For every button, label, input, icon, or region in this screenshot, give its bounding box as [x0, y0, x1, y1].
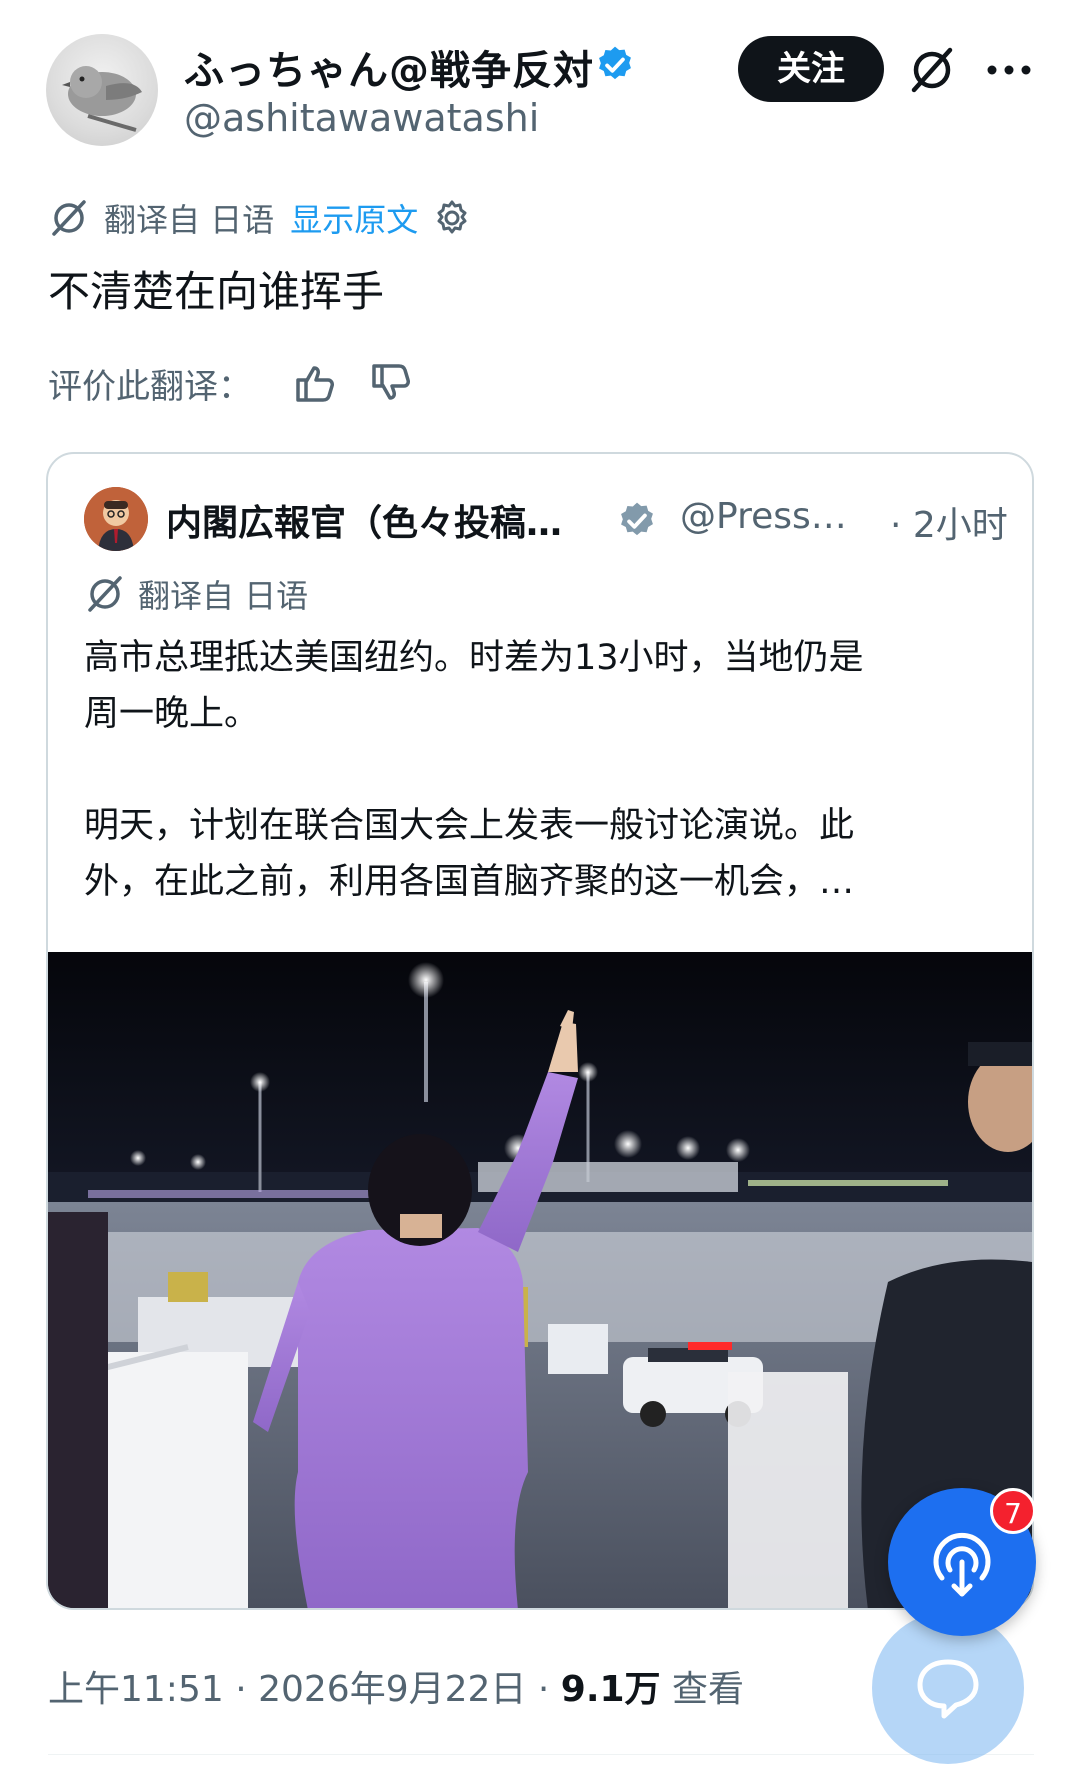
quoted-author-handle[interactable]: @Press… [680, 496, 847, 537]
follow-button[interactable]: 关注 [738, 36, 884, 102]
more-dots-icon[interactable] [984, 56, 1034, 84]
show-original-link[interactable]: 显示原文 [290, 195, 418, 241]
meta-separator: · [526, 1669, 561, 1710]
quoted-author-display-name[interactable]: 内閣広報官（色々投稿… [166, 494, 562, 546]
official-avatar-image [84, 487, 148, 551]
views-label: 查看 [660, 1669, 745, 1710]
tweet-date: 2026年9月22日 [258, 1669, 527, 1710]
views-count[interactable]: 9.1万 [561, 1669, 661, 1710]
tweet-text: 不清楚在向谁挥手 [48, 267, 385, 316]
translated-from-label: 翻译自 日语 [104, 201, 275, 239]
quoted-tweet-text: 高市总理抵达美国纽约。时差为13小时，当地仍是 周一晚上。 明天，计划在联合国大… [84, 630, 1004, 910]
tweet-time: 上午11:51 [48, 1669, 224, 1710]
author-avatar[interactable] [46, 34, 158, 146]
author-display-name[interactable]: ふっちゃん@戦争反対 [184, 38, 594, 96]
tweet-header: ふっちゃん@戦争反対 @ashitawawatashi 关注 [0, 0, 1080, 170]
chat-bubble-icon [917, 1659, 979, 1719]
author-handle[interactable]: @ashitawawatashi [184, 96, 539, 140]
quoted-author-avatar[interactable] [84, 487, 148, 551]
translate-icon [52, 200, 86, 236]
quoted-tweet-time: · 2小时 [890, 505, 1008, 546]
gray-verified-badge-icon [621, 502, 653, 536]
quoted-text-line: 外，在此之前，利用各国首脑齐聚的这一机会，… [84, 862, 855, 902]
quoted-text-line: 明天，计划在联合国大会上发表一般讨论演说。此 [84, 806, 855, 846]
settings-gear-icon[interactable] [432, 198, 472, 238]
meta-separator: · [223, 1669, 259, 1710]
divider [48, 1754, 1034, 1755]
quoted-translation-row: 翻译自 日语 [84, 572, 308, 616]
spaces-broadcast-icon [933, 1532, 991, 1597]
thumbs-down-icon[interactable] [368, 360, 414, 406]
grok-icon[interactable] [906, 44, 958, 96]
airport-night-photo [48, 952, 1032, 1608]
bird-avatar-image [62, 66, 142, 132]
rate-translation-label: 评价此翻译： [48, 366, 252, 407]
rate-translation-row: 评价此翻译： [48, 358, 444, 408]
quoted-text-line: 周一晚上。 [84, 694, 260, 734]
quoted-tweet-photo[interactable] [48, 952, 1032, 1608]
verified-badge-icon [599, 46, 631, 80]
spaces-badge-count: 7 [990, 1488, 1036, 1534]
thumbs-up-icon[interactable] [292, 360, 338, 406]
translate-icon [88, 576, 122, 612]
tweet-meta-row: 上午11:51 · 2026年9月22日 · 9.1万 查看 [48, 1660, 744, 1712]
quoted-text-line: 高市总理抵达美国纽约。时差为13小时，当地仍是 [84, 638, 864, 678]
quoted-translated-from-label: 翻译自 日语 [138, 577, 309, 615]
quoted-tweet-card[interactable]: 内閣広報官（色々投稿… @Press… · 2小时 翻译自 日语 高市总理抵达美… [46, 452, 1034, 1610]
translation-info-row: 翻译自 日语 显示原文 [48, 196, 472, 240]
